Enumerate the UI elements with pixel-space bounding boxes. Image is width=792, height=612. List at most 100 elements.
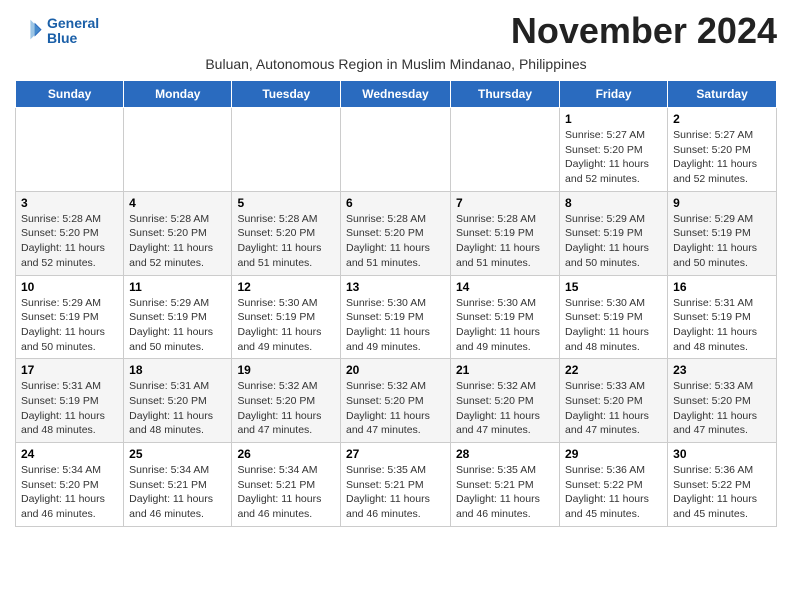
day-info: Sunrise: 5:35 AM Sunset: 5:21 PM Dayligh… — [456, 463, 554, 522]
day-info: Sunrise: 5:30 AM Sunset: 5:19 PM Dayligh… — [456, 296, 554, 355]
calendar-cell: 28 Sunrise: 5:35 AM Sunset: 5:21 PM Dayli… — [451, 443, 560, 527]
day-info: Sunrise: 5:28 AM Sunset: 5:20 PM Dayligh… — [21, 212, 118, 271]
day-number: 11 — [129, 280, 226, 294]
day-number: 21 — [456, 363, 554, 377]
header-day-wednesday: Wednesday — [341, 81, 451, 108]
calendar-cell: 4 Sunrise: 5:28 AM Sunset: 5:20 PM Daylig… — [124, 191, 232, 275]
day-info: Sunrise: 5:27 AM Sunset: 5:20 PM Dayligh… — [673, 128, 771, 187]
day-info: Sunrise: 5:33 AM Sunset: 5:20 PM Dayligh… — [673, 379, 771, 438]
day-number: 3 — [21, 196, 118, 210]
calendar-week-row: 24Sunrise: 5:34 AM Sunset: 5:20 PM Dayli… — [16, 443, 777, 527]
header-day-thursday: Thursday — [451, 81, 560, 108]
day-number: 4 — [129, 196, 226, 210]
header-day-tuesday: Tuesday — [232, 81, 341, 108]
subtitle: Buluan, Autonomous Region in Muslim Mind… — [15, 56, 777, 72]
calendar-week-row: 17 Sunrise: 5:31 AM Sunset: 5:19 PM Dayli… — [16, 359, 777, 443]
day-info: Sunrise: 5:30 AM Sunset: 5:19 PM Dayligh… — [346, 296, 445, 355]
calendar-cell: 3 Sunrise: 5:28 AM Sunset: 5:20 PM Daylig… — [16, 191, 124, 275]
day-number: 29 — [565, 447, 662, 461]
calendar-header-row: SundayMondayTuesdayWednesdayThursdayFrid… — [16, 81, 777, 108]
day-info: Sunrise: 5:28 AM Sunset: 5:19 PM Dayligh… — [456, 212, 554, 271]
day-number: 2 — [673, 112, 771, 126]
calendar-cell: 8 Sunrise: 5:29 AM Sunset: 5:19 PM Daylig… — [560, 191, 668, 275]
calendar-cell: 25 Sunrise: 5:34 AM Sunset: 5:21 PM Dayli… — [124, 443, 232, 527]
calendar-cell: 21 Sunrise: 5:32 AM Sunset: 5:20 PM Dayli… — [451, 359, 560, 443]
day-number: 22 — [565, 363, 662, 377]
day-info: Sunrise: 5:30 AM Sunset: 5:19 PM Dayligh… — [565, 296, 662, 355]
logo: General Blue — [15, 16, 99, 47]
day-number: 17 — [21, 363, 118, 377]
calendar-week-row: 3 Sunrise: 5:28 AM Sunset: 5:20 PM Daylig… — [16, 191, 777, 275]
day-info: Sunrise: 5:31 AM Sunset: 5:19 PM Dayligh… — [673, 296, 771, 355]
day-info: Sunrise: 5:32 AM Sunset: 5:20 PM Dayligh… — [237, 379, 335, 438]
day-number: 5 — [237, 196, 335, 210]
day-info: Sunrise: 5:34 AM Sunset: 5:21 PM Dayligh… — [237, 463, 335, 522]
calendar-cell: 29Sunrise: 5:36 AM Sunset: 5:22 PM Dayli… — [560, 443, 668, 527]
day-info: Sunrise: 5:36 AM Sunset: 5:22 PM Dayligh… — [673, 463, 771, 522]
day-number: 19 — [237, 363, 335, 377]
calendar-cell: 5 Sunrise: 5:28 AM Sunset: 5:20 PM Daylig… — [232, 191, 341, 275]
calendar-cell: 13 Sunrise: 5:30 AM Sunset: 5:19 PM Dayli… — [341, 275, 451, 359]
calendar-cell: 18Sunrise: 5:31 AM Sunset: 5:20 PM Dayli… — [124, 359, 232, 443]
logo-icon — [15, 17, 43, 45]
day-info: Sunrise: 5:31 AM Sunset: 5:19 PM Dayligh… — [21, 379, 118, 438]
calendar-week-row: 1 Sunrise: 5:27 AM Sunset: 5:20 PM Daylig… — [16, 108, 777, 192]
calendar-cell — [124, 108, 232, 192]
day-number: 30 — [673, 447, 771, 461]
calendar-cell: 26 Sunrise: 5:34 AM Sunset: 5:21 PM Dayli… — [232, 443, 341, 527]
day-number: 13 — [346, 280, 445, 294]
calendar-cell: 6 Sunrise: 5:28 AM Sunset: 5:20 PM Daylig… — [341, 191, 451, 275]
calendar-cell: 9 Sunrise: 5:29 AM Sunset: 5:19 PM Daylig… — [668, 191, 777, 275]
day-info: Sunrise: 5:27 AM Sunset: 5:20 PM Dayligh… — [565, 128, 662, 187]
day-info: Sunrise: 5:32 AM Sunset: 5:20 PM Dayligh… — [456, 379, 554, 438]
day-number: 18 — [129, 363, 226, 377]
day-number: 8 — [565, 196, 662, 210]
calendar-cell: 11 Sunrise: 5:29 AM Sunset: 5:19 PM Dayli… — [124, 275, 232, 359]
calendar-cell: 7 Sunrise: 5:28 AM Sunset: 5:19 PM Daylig… — [451, 191, 560, 275]
month-title: November 2024 — [511, 10, 777, 52]
header-day-saturday: Saturday — [668, 81, 777, 108]
day-number: 16 — [673, 280, 771, 294]
day-info: Sunrise: 5:33 AM Sunset: 5:20 PM Dayligh… — [565, 379, 662, 438]
day-number: 1 — [565, 112, 662, 126]
calendar-cell — [16, 108, 124, 192]
day-number: 7 — [456, 196, 554, 210]
calendar-week-row: 10 Sunrise: 5:29 AM Sunset: 5:19 PM Dayli… — [16, 275, 777, 359]
calendar-cell: 16 Sunrise: 5:31 AM Sunset: 5:19 PM Dayli… — [668, 275, 777, 359]
calendar-cell: 10Sunrise: 5:29 AM Sunset: 5:19 PM Dayli… — [16, 275, 124, 359]
calendar-cell: 27Sunrise: 5:35 AM Sunset: 5:21 PM Dayli… — [341, 443, 451, 527]
calendar-cell: 20 Sunrise: 5:32 AM Sunset: 5:20 PM Dayli… — [341, 359, 451, 443]
calendar-cell — [232, 108, 341, 192]
calendar-cell: 30 Sunrise: 5:36 AM Sunset: 5:22 PM Dayli… — [668, 443, 777, 527]
logo-text: General Blue — [47, 16, 99, 47]
day-info: Sunrise: 5:29 AM Sunset: 5:19 PM Dayligh… — [673, 212, 771, 271]
header-day-sunday: Sunday — [16, 81, 124, 108]
calendar-cell: 15 Sunrise: 5:30 AM Sunset: 5:19 PM Dayli… — [560, 275, 668, 359]
day-number: 14 — [456, 280, 554, 294]
day-number: 20 — [346, 363, 445, 377]
day-number: 28 — [456, 447, 554, 461]
page-header: General Blue November 2024 — [15, 10, 777, 52]
calendar-cell: 19 Sunrise: 5:32 AM Sunset: 5:20 PM Dayli… — [232, 359, 341, 443]
day-info: Sunrise: 5:34 AM Sunset: 5:21 PM Dayligh… — [129, 463, 226, 522]
day-info: Sunrise: 5:28 AM Sunset: 5:20 PM Dayligh… — [129, 212, 226, 271]
day-number: 10 — [21, 280, 118, 294]
day-info: Sunrise: 5:29 AM Sunset: 5:19 PM Dayligh… — [129, 296, 226, 355]
calendar-cell: 14 Sunrise: 5:30 AM Sunset: 5:19 PM Dayli… — [451, 275, 560, 359]
header-day-friday: Friday — [560, 81, 668, 108]
day-info: Sunrise: 5:32 AM Sunset: 5:20 PM Dayligh… — [346, 379, 445, 438]
calendar-cell: 17 Sunrise: 5:31 AM Sunset: 5:19 PM Dayli… — [16, 359, 124, 443]
day-number: 12 — [237, 280, 335, 294]
day-number: 6 — [346, 196, 445, 210]
day-info: Sunrise: 5:29 AM Sunset: 5:19 PM Dayligh… — [565, 212, 662, 271]
day-number: 15 — [565, 280, 662, 294]
header-day-monday: Monday — [124, 81, 232, 108]
day-number: 27 — [346, 447, 445, 461]
day-number: 9 — [673, 196, 771, 210]
day-info: Sunrise: 5:28 AM Sunset: 5:20 PM Dayligh… — [346, 212, 445, 271]
day-info: Sunrise: 5:28 AM Sunset: 5:20 PM Dayligh… — [237, 212, 335, 271]
day-number: 23 — [673, 363, 771, 377]
calendar-cell — [341, 108, 451, 192]
day-number: 26 — [237, 447, 335, 461]
day-number: 25 — [129, 447, 226, 461]
